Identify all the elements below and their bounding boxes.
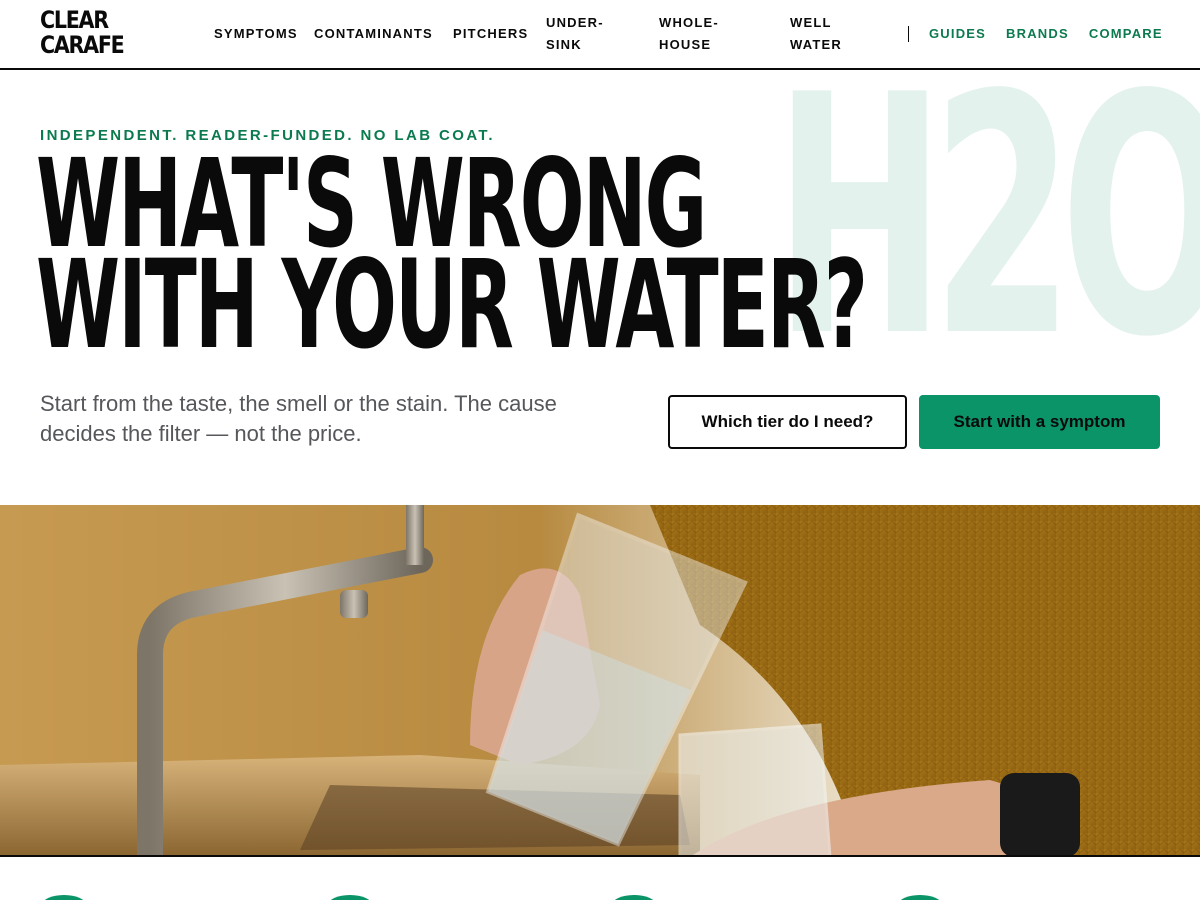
logo-line-1: CLEAR (40, 6, 109, 34)
nav-compare[interactable]: COMPARE (1089, 23, 1163, 45)
nav-whole-house[interactable]: WHOLE- HOUSE (659, 12, 770, 56)
hero-lede: Start from the taste, the smell or the s… (40, 391, 557, 446)
headline-line-2: WITH YOUR WATER? (36, 234, 868, 376)
logo-line-2: CARAFE (40, 31, 125, 59)
site-logo[interactable]: CLEAR CARAFE (40, 6, 125, 59)
nav-divider (908, 26, 909, 42)
secondary-nav: GUIDES BRANDS COMPARE (929, 0, 1163, 68)
nav-pitchers[interactable]: PITCHERS (453, 23, 527, 45)
nav-guides[interactable]: GUIDES (929, 23, 986, 45)
feature-icon (328, 895, 372, 900)
feature-icon (42, 895, 86, 900)
nav-brands[interactable]: BRANDS (1006, 23, 1069, 45)
feature-icon (612, 895, 656, 900)
which-tier-button[interactable]: Which tier do I need? (668, 395, 907, 449)
nav-well-water[interactable]: WELL WATER (790, 12, 870, 56)
start-symptom-button[interactable]: Start with a symptom (919, 395, 1160, 449)
nav-contaminants[interactable]: CONTAMINANTS (314, 23, 433, 45)
feature-icon (898, 895, 942, 900)
hero-headline: WHAT'S WRONG WITH YOUR WATER? (36, 143, 868, 376)
next-section (0, 857, 1200, 900)
nav-under-sink[interactable]: UNDER- SINK (546, 12, 639, 56)
primary-nav: SYMPTOMS CONTAMINANTS PITCHERS UNDER- SI… (214, 0, 890, 68)
hero-photo (0, 505, 1200, 857)
site-header: CLEAR CARAFE SYMPTOMS CONTAMINANTS PITCH… (0, 0, 1200, 70)
nav-symptoms[interactable]: SYMPTOMS (214, 23, 297, 45)
